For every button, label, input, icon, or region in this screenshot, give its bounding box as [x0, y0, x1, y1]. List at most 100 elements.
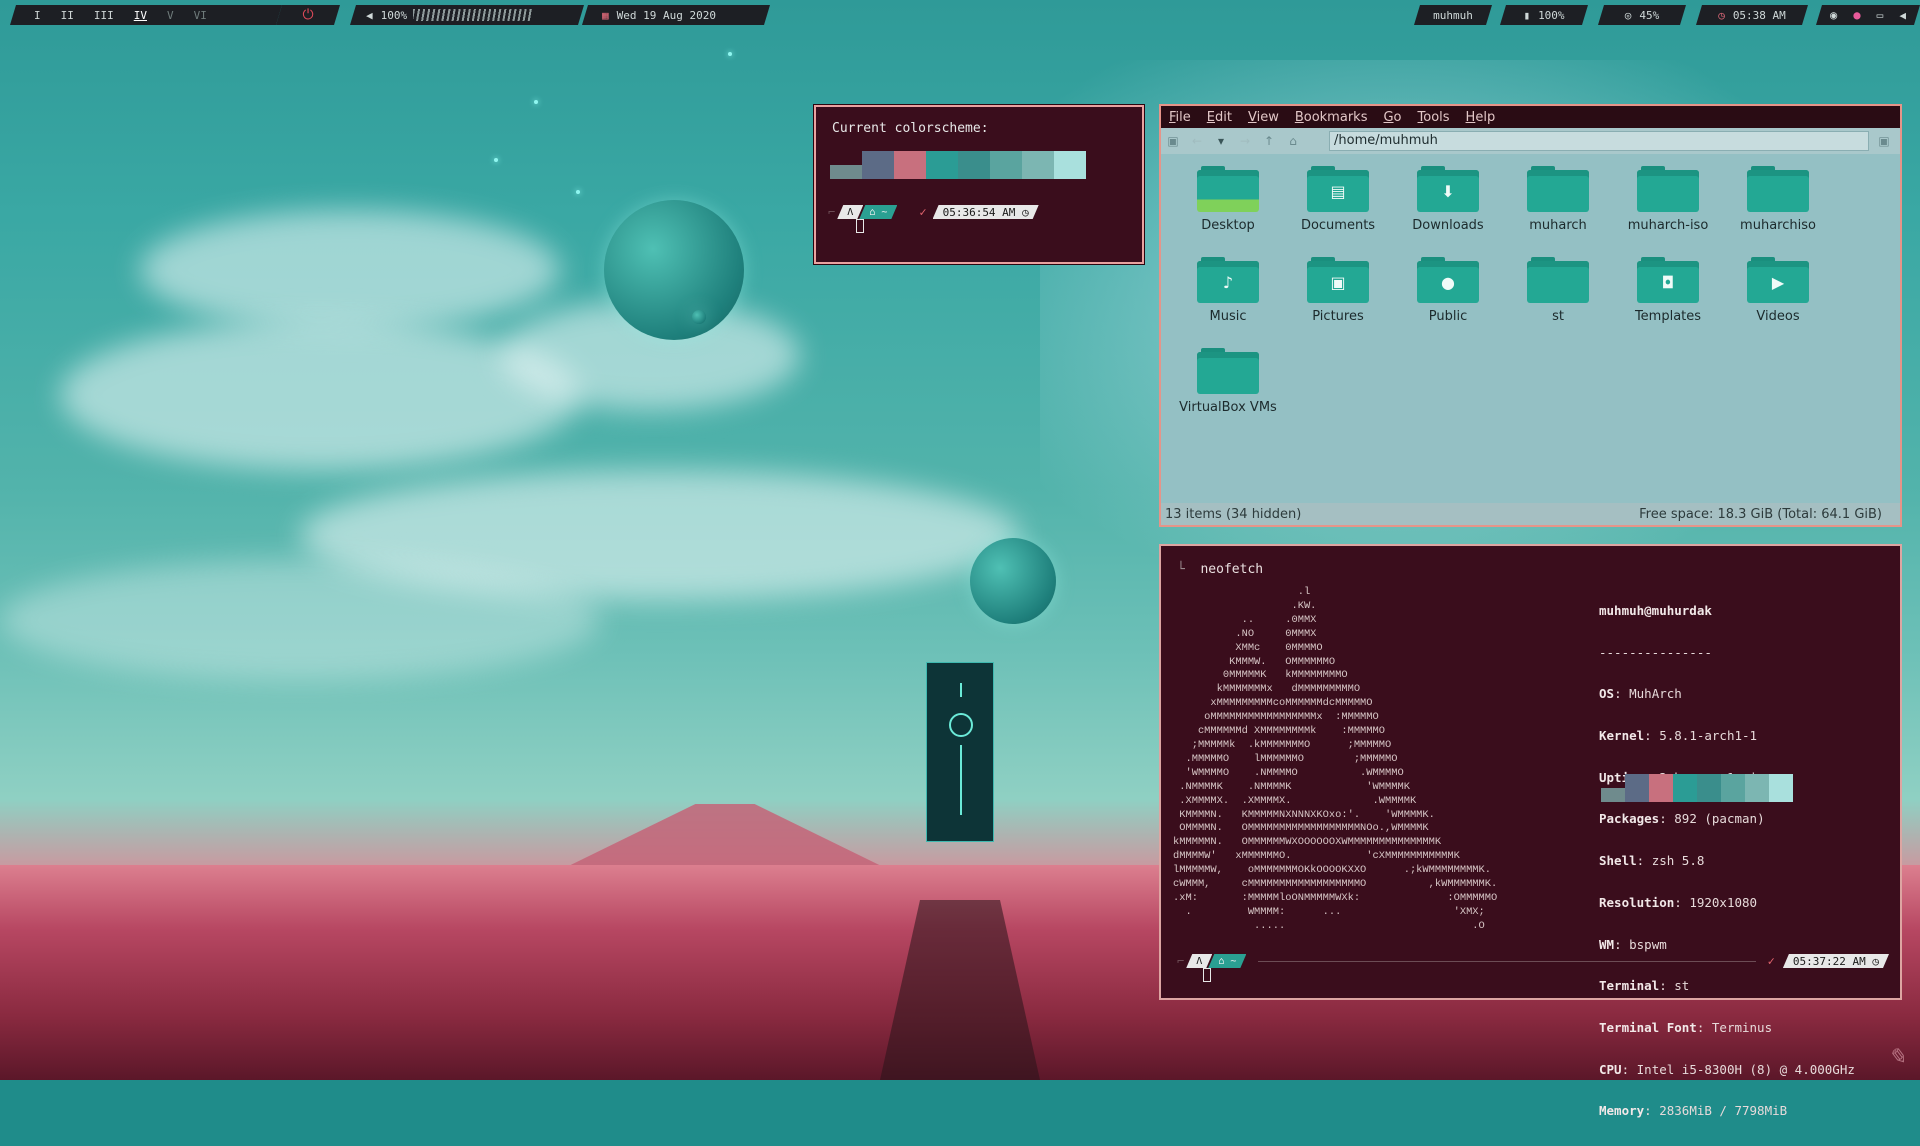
- neofetch-info: muhmuh@muhurdak --------------- OS: MuhA…: [1599, 576, 1855, 1146]
- workspace-6[interactable]: VI: [184, 9, 217, 22]
- free-space: Free space: 18.3 GiB (Total: 64.1 GiB): [1639, 506, 1882, 522]
- speaker-icon[interactable]: ◀: [366, 9, 373, 22]
- palette-swatch: [894, 151, 926, 179]
- folder-item-muharch[interactable]: muharch: [1503, 166, 1613, 233]
- prompt-time: 05:36:54 AM: [942, 205, 1016, 219]
- folder-label: Templates: [1634, 309, 1702, 324]
- terminal-window[interactable]: └ neofetch .l .KW. .. .0MMX .NO 0MMMX XM…: [1159, 544, 1902, 1118]
- terminal-command-line: └ neofetch: [1177, 562, 1263, 577]
- calendar-icon: ▦: [602, 8, 609, 22]
- volume-tray-icon[interactable]: ◀: [1899, 9, 1906, 22]
- palette-swatch: [1745, 774, 1769, 802]
- forward-icon[interactable]: →: [1233, 134, 1257, 148]
- monolith-widget[interactable]: [926, 662, 994, 842]
- folder-item-st[interactable]: st: [1503, 257, 1613, 324]
- directory-segment: ⌂ ~: [1208, 954, 1246, 968]
- prompt-bracket: ⌐: [828, 205, 836, 219]
- palette-swatch: [990, 151, 1022, 179]
- menu-file[interactable]: File: [1169, 110, 1191, 125]
- folder-item-documents[interactable]: ▤ Documents: [1283, 166, 1393, 233]
- menu-bookmarks[interactable]: Bookmarks: [1295, 110, 1368, 125]
- host-separator: ---------------: [1599, 644, 1712, 660]
- arch-segment: Λ: [837, 205, 863, 219]
- workspace-5[interactable]: V: [157, 9, 184, 22]
- go-icon[interactable]: ▣: [1872, 134, 1896, 148]
- folder-item-muharch-iso[interactable]: muharch-iso: [1613, 166, 1723, 233]
- folder-icon: [1197, 348, 1259, 394]
- info-row: Kernel: 5.8.1-arch1-1: [1599, 727, 1758, 743]
- power-segment: ⏻: [276, 5, 340, 25]
- history-dropdown-icon[interactable]: ▾: [1209, 134, 1233, 148]
- firefox-icon[interactable]: ●: [1853, 8, 1860, 22]
- folder-label: Videos: [1756, 309, 1800, 324]
- new-tab-icon[interactable]: ▣: [1161, 134, 1185, 148]
- prompt-check: ✓: [1767, 954, 1775, 968]
- info-row: Terminal: st: [1599, 978, 1690, 994]
- display-icon[interactable]: ▭: [1877, 9, 1884, 22]
- location-bar[interactable]: /home/muhmuh: [1329, 131, 1869, 151]
- folder-item-public[interactable]: ● Public: [1393, 257, 1503, 324]
- menu-help[interactable]: Help: [1466, 110, 1496, 125]
- workspace-1[interactable]: I: [24, 9, 51, 22]
- music-folder-icon: ♪: [1197, 257, 1259, 303]
- text-cursor: [1203, 968, 1211, 982]
- folder-icon: [1747, 166, 1809, 212]
- palette-swatch: [1769, 774, 1793, 802]
- star: [494, 158, 498, 162]
- file-manager-window[interactable]: File Edit View Bookmarks Go Tools Help ▣…: [1159, 104, 1902, 527]
- workspace-4[interactable]: IV: [124, 9, 157, 22]
- info-row: Memory: 2836MiB / 7798MiB: [1599, 1103, 1788, 1119]
- videos-folder-icon: ▶: [1747, 257, 1809, 303]
- public-folder-icon: ●: [1417, 257, 1479, 303]
- prompt-dir: ~: [1230, 955, 1237, 967]
- info-row: Shell: zsh 5.8: [1599, 853, 1705, 869]
- folder-item-desktop[interactable]: Desktop: [1173, 166, 1283, 233]
- menu-view[interactable]: View: [1248, 110, 1279, 125]
- volume-slider[interactable]: [413, 9, 533, 21]
- command-text: neofetch: [1200, 562, 1264, 577]
- folder-item-videos[interactable]: ▶ Videos: [1723, 257, 1833, 324]
- menu-tools[interactable]: Tools: [1418, 110, 1450, 125]
- discord-icon[interactable]: ◉: [1830, 8, 1837, 22]
- up-icon[interactable]: ↑: [1257, 134, 1281, 148]
- arch-segment: Λ: [1186, 954, 1212, 968]
- date-segment: ▦ Wed 19 Aug 2020: [582, 5, 770, 25]
- folder-item-muharchiso[interactable]: muharchiso: [1723, 166, 1833, 233]
- folder-item-templates[interactable]: ◘ Templates: [1613, 257, 1723, 324]
- pictures-folder-icon: ▣: [1307, 257, 1369, 303]
- folder-item-music[interactable]: ♪ Music: [1173, 257, 1283, 324]
- prompt-bracket: ⌐: [1177, 954, 1185, 968]
- info-row: WM: bspwm: [1599, 936, 1667, 952]
- moon: [692, 310, 706, 324]
- colorscheme-title: Current colorscheme:: [832, 121, 989, 136]
- neofetch-ascii-logo: .l .KW. .. .0MMX .NO 0MMMX XMMc 0MMMMO K…: [1173, 586, 1498, 932]
- brightness-percent: 45%: [1639, 8, 1660, 22]
- cloud: [140, 210, 560, 330]
- palette-swatch: [1673, 774, 1697, 802]
- palette-swatch: [1022, 151, 1054, 179]
- folder-item-pictures[interactable]: ▣ Pictures: [1283, 257, 1393, 324]
- prompt-rule: [1258, 960, 1756, 962]
- menu-bar: File Edit View Bookmarks Go Tools Help: [1161, 106, 1900, 128]
- home-icon[interactable]: ⌂: [1281, 134, 1305, 148]
- menu-go[interactable]: Go: [1383, 110, 1401, 125]
- back-icon[interactable]: ←: [1185, 134, 1209, 148]
- prompt-time: 05:37:22 AM: [1792, 954, 1866, 968]
- shell-prompt: ⌐ Λ ⌂ ~ ✓ 05:36:54 AM ◷: [828, 205, 1128, 219]
- workspace-3[interactable]: III: [84, 9, 124, 22]
- info-row: CPU: Intel i5-8300H (8) @ 4.000GHz: [1599, 1061, 1855, 1077]
- folder-label: Public: [1428, 309, 1468, 324]
- folder-item-downloads[interactable]: ⬇ Downloads: [1393, 166, 1503, 233]
- folder-icon: [1637, 166, 1699, 212]
- folder-label: st: [1552, 309, 1564, 324]
- cloud: [0, 560, 600, 680]
- terminal-color-palette: [1601, 774, 1793, 802]
- power-icon[interactable]: ⏻: [302, 7, 313, 23]
- folder-item-virtualbox-vms[interactable]: VirtualBox VMs: [1173, 348, 1283, 415]
- workspace-2[interactable]: II: [51, 9, 84, 22]
- menu-edit[interactable]: Edit: [1207, 110, 1232, 125]
- colorscheme-terminal-window[interactable]: Current colorscheme: ⌐ Λ ⌂ ~ ✓ 05:36:54 …: [813, 104, 1145, 265]
- tray-segment: ◉ ● ▭ ◀: [1816, 5, 1920, 25]
- clock-icon: ◷: [1022, 205, 1029, 219]
- cloud: [60, 320, 580, 470]
